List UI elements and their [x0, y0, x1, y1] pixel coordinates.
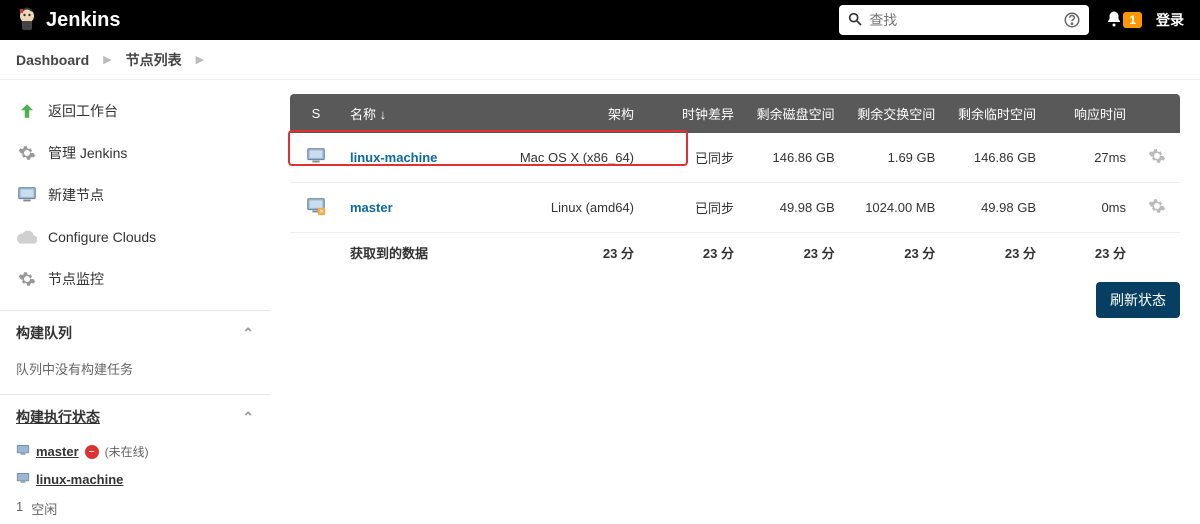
cell-swap: 1024.00 MB	[843, 183, 944, 233]
nodes-table: S 名称 ↓ 架构 时钟差异 剩余磁盘空间 剩余交换空间 剩余临时空间 响应时间	[290, 94, 1180, 272]
cell-temp: 146.86 GB	[943, 133, 1044, 183]
computer-icon	[305, 155, 327, 170]
chevron-right-icon: ▶	[103, 53, 111, 66]
cell-response: 0ms	[1044, 183, 1134, 233]
col-swap[interactable]: 剩余交换空间	[843, 94, 944, 133]
sidebar-item-node-monitor[interactable]: 节点监控	[0, 258, 270, 300]
breadcrumbs: Dashboard ▶ 节点列表 ▶	[0, 40, 1200, 80]
chevron-up-icon: ⌃	[242, 409, 254, 426]
sidebar-label: 节点监控	[48, 269, 104, 289]
bell-icon	[1105, 10, 1123, 31]
configure-node-icon[interactable]	[1148, 203, 1166, 218]
col-temp[interactable]: 剩余临时空间	[943, 94, 1044, 133]
breadcrumb-dashboard[interactable]: Dashboard	[16, 52, 89, 68]
gear-icon	[16, 268, 38, 290]
cell-swap: 1.69 GB	[843, 133, 944, 183]
sidebar-item-manage[interactable]: 管理 Jenkins	[0, 132, 270, 174]
search-box[interactable]	[839, 5, 1089, 35]
footer-label: 获取到的数据	[342, 233, 492, 273]
cloud-icon	[16, 226, 38, 248]
col-response[interactable]: 响应时间	[1044, 94, 1134, 133]
computer-small-icon	[16, 472, 30, 487]
computer-offline-icon: ×	[305, 205, 327, 220]
sidebar-label: 新建节点	[48, 185, 104, 205]
build-queue-empty: 队列中没有构建任务	[0, 353, 270, 384]
sidebar-label: 管理 Jenkins	[48, 143, 127, 163]
cell-arch: Linux (amd64)	[492, 183, 642, 233]
executor-linux[interactable]: linux-machine	[0, 466, 270, 493]
cell-clock: 已同步	[642, 133, 742, 183]
login-link[interactable]: 登录	[1156, 10, 1184, 30]
col-name[interactable]: 名称 ↓	[342, 94, 492, 133]
app-name: Jenkins	[46, 9, 120, 32]
computer-icon	[16, 184, 38, 206]
configure-node-icon[interactable]	[1148, 153, 1166, 168]
notifications[interactable]: 1	[1105, 10, 1142, 31]
jenkins-logo-icon	[16, 7, 38, 33]
sidebar-item-configure-clouds[interactable]: Configure Clouds	[0, 216, 270, 258]
col-status[interactable]: S	[290, 94, 342, 133]
section-title: 构建队列	[16, 323, 72, 343]
sidebar-label: Configure Clouds	[48, 229, 156, 245]
chevron-up-icon: ⌃	[242, 325, 254, 342]
col-disk[interactable]: 剩余磁盘空间	[742, 94, 843, 133]
node-link-master[interactable]: master	[350, 200, 393, 215]
col-arch[interactable]: 架构	[492, 94, 642, 133]
gear-icon	[16, 142, 38, 164]
sidebar-item-new-node[interactable]: 新建节点	[0, 174, 270, 216]
offline-label: (未在线)	[105, 443, 149, 460]
table-footer: 获取到的数据 23 分 23 分 23 分 23 分 23 分 23 分	[290, 233, 1180, 273]
sidebar-item-back[interactable]: 返回工作台	[0, 90, 270, 132]
cell-clock: 已同步	[642, 183, 742, 233]
offline-indicator-icon: –	[85, 445, 99, 459]
search-input[interactable]	[869, 12, 1057, 28]
breadcrumb-nodes[interactable]: 节点列表	[126, 50, 182, 70]
cell-arch: Mac OS X (x86_64)	[492, 133, 642, 183]
table-row: linux-machine Mac OS X (x86_64) 已同步 146.…	[290, 133, 1180, 183]
up-arrow-icon	[16, 100, 38, 122]
col-clock[interactable]: 时钟差异	[642, 94, 742, 133]
sidebar-section-build-queue[interactable]: 构建队列 ⌃	[0, 310, 270, 353]
notification-badge: 1	[1123, 12, 1142, 28]
cell-response: 27ms	[1044, 133, 1134, 183]
sidebar-section-exec-status[interactable]: 构建执行状态 ⌃	[0, 394, 270, 437]
section-title: 构建执行状态	[16, 407, 100, 427]
node-link-linux[interactable]: linux-machine	[350, 150, 437, 165]
chevron-right-icon: ▶	[196, 53, 204, 66]
sidebar-label: 返回工作台	[48, 101, 118, 121]
executor-idle-row: 1 空闲	[0, 493, 270, 524]
svg-text:×: ×	[319, 206, 323, 215]
refresh-status-button[interactable]: 刷新状态	[1096, 282, 1180, 318]
search-help-icon[interactable]	[1063, 11, 1081, 29]
computer-small-icon	[16, 444, 30, 459]
search-icon	[847, 11, 863, 30]
cell-temp: 49.98 GB	[943, 183, 1044, 233]
cell-disk: 49.98 GB	[742, 183, 843, 233]
table-row: × master Linux (amd64) 已同步 49.98 GB 1024…	[290, 183, 1180, 233]
cell-disk: 146.86 GB	[742, 133, 843, 183]
jenkins-logo-area[interactable]: Jenkins	[16, 7, 120, 33]
sidebar: 返回工作台 管理 Jenkins 新建节点 Configure Clouds 节…	[0, 80, 270, 524]
executor-master[interactable]: master – (未在线)	[0, 437, 270, 466]
